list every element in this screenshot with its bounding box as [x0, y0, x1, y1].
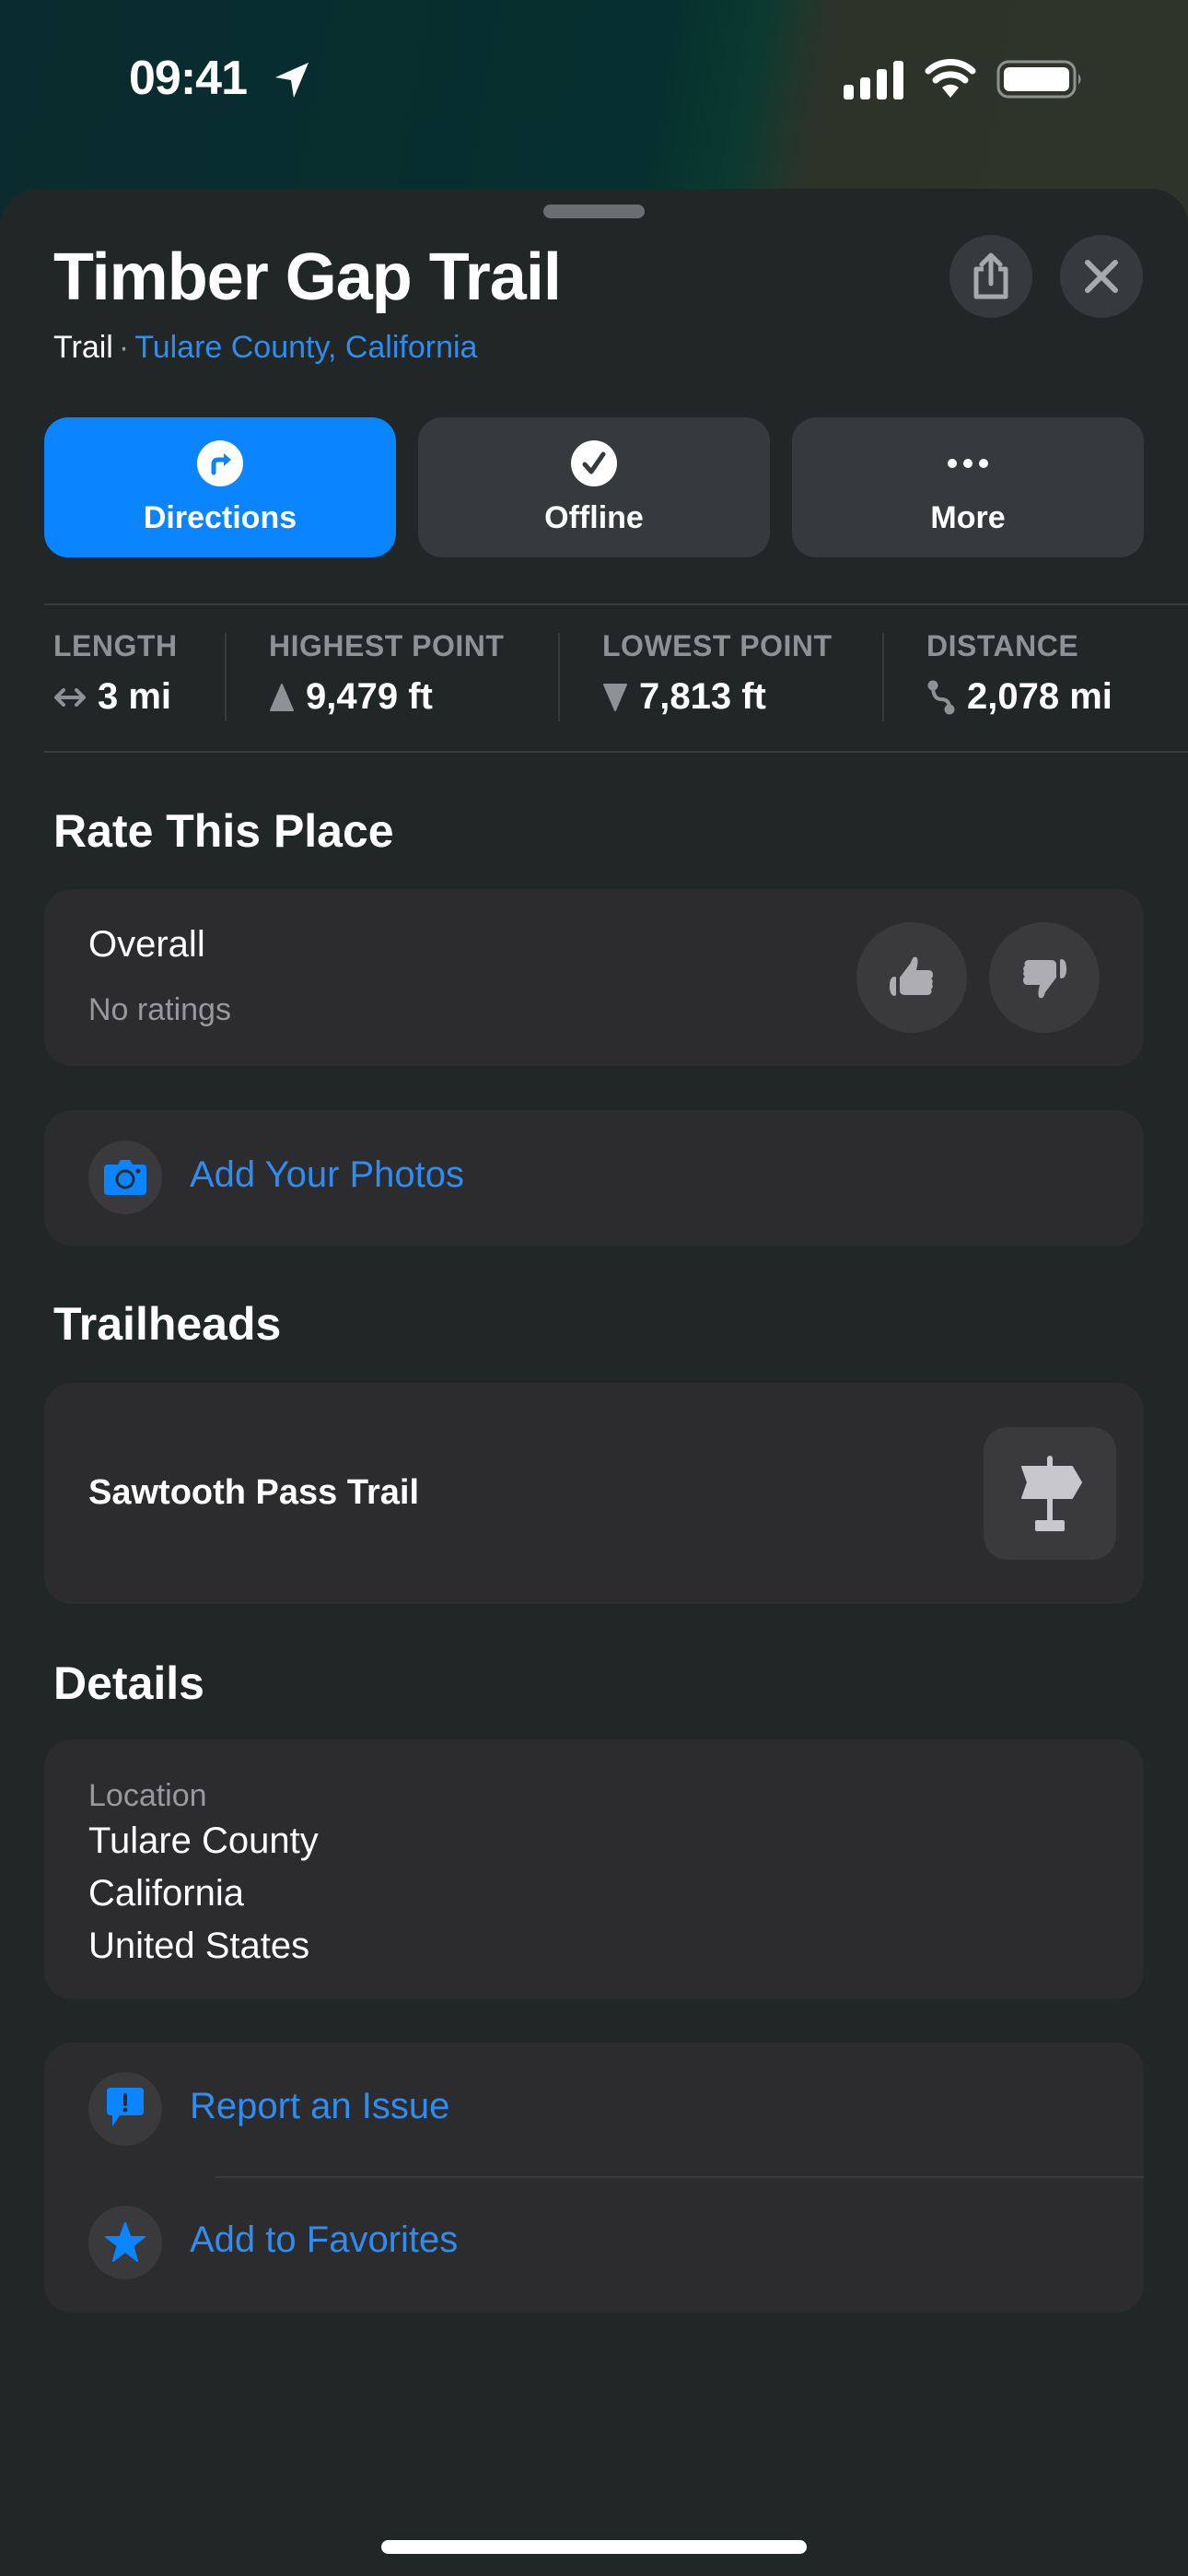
trailhead-item[interactable]: Sawtooth Pass Trail: [44, 1383, 1144, 1604]
stat-value: 3 mi: [98, 676, 172, 717]
star-icon-badge: [88, 2206, 162, 2279]
stat-value: 7,813 ft: [639, 676, 766, 717]
rate-section-title: Rate This Place: [53, 805, 394, 857]
star-icon: [105, 2222, 146, 2262]
place-title: Timber Gap Trail: [53, 240, 562, 314]
thumbs-up-icon: [890, 956, 933, 996]
more-button[interactable]: More: [792, 417, 1144, 557]
stat-value: 9,479 ft: [306, 676, 433, 717]
directions-label: Directions: [143, 499, 297, 535]
close-icon: [1085, 260, 1118, 293]
close-button[interactable]: [1060, 235, 1143, 318]
trail-stats: LENGTH 3 mi HIGHEST POINT 9,479 ft LOWES…: [44, 603, 1188, 753]
separator: ·: [118, 330, 130, 365]
share-button[interactable]: [949, 235, 1032, 318]
trailheads-section-title: Trailheads: [53, 1298, 282, 1350]
wifi-icon: [925, 59, 976, 98]
stat-value: 2,078 mi: [967, 676, 1112, 717]
ellipsis-icon: [944, 439, 992, 487]
add-to-favorites-button[interactable]: Add to Favorites: [44, 2178, 1144, 2313]
thumbs-down-button[interactable]: [989, 922, 1100, 1033]
directions-button[interactable]: Directions: [44, 417, 396, 557]
share-icon: [973, 252, 1008, 299]
triangle-down-icon: [603, 683, 627, 711]
cellular-signal-icon: [844, 61, 903, 100]
add-photos-button[interactable]: Add Your Photos: [44, 1110, 1144, 1246]
links-card: Report an Issue Add to Favorites: [44, 2043, 1144, 2313]
report-issue-icon-badge: [88, 2072, 162, 2146]
add-photos-label: Add Your Photos: [190, 1154, 465, 1195]
stat-label: DISTANCE: [926, 629, 1079, 662]
stat-length: LENGTH 3 mi: [44, 605, 225, 751]
signpost-icon-badge: [984, 1427, 1116, 1560]
overall-label: Overall: [88, 924, 205, 965]
stat-label: LOWEST POINT: [602, 629, 833, 662]
trailhead-name: Sawtooth Pass Trail: [88, 1473, 419, 1512]
location-line: California: [88, 1873, 244, 1914]
place-sheet: Timber Gap Trail Trail · Tulare County, Ca…: [0, 189, 1188, 2576]
place-subtitle: Trail · Tulare County, California: [53, 330, 477, 366]
status-time: 09:41: [129, 52, 248, 105]
thumbs-up-button[interactable]: [856, 922, 967, 1033]
details-card: Location Tulare County California United…: [44, 1739, 1144, 1999]
location-line: Tulare County: [88, 1821, 319, 1861]
report-issue-label: Report an Issue: [190, 2086, 450, 2126]
stat-label: HIGHEST POINT: [269, 629, 505, 662]
place-category: Trail: [53, 330, 113, 365]
location-link[interactable]: Tulare County, California: [134, 330, 477, 365]
route-icon: [927, 680, 955, 714]
stat-value-row: 9,479 ft: [269, 676, 558, 718]
home-indicator[interactable]: [381, 2540, 807, 2554]
rating-card: Overall No ratings: [44, 889, 1144, 1066]
stat-label: LENGTH: [53, 629, 178, 662]
stat-value-row: 3 mi: [53, 676, 225, 718]
stat-distance: DISTANCE 2,078 mi: [882, 605, 1186, 751]
thumbs-down-icon: [1023, 959, 1066, 999]
location-arrow-icon: [275, 63, 309, 98]
location-line: United States: [88, 1926, 310, 1966]
stat-lowest-point: LOWEST POINT 7,813 ft: [558, 605, 882, 751]
rating-status: No ratings: [88, 992, 231, 1027]
status-bar: 09:41: [0, 0, 1188, 157]
sheet-grabber[interactable]: [543, 205, 645, 218]
details-section-title: Details: [53, 1657, 204, 1709]
turn-right-arrow-icon: [196, 439, 244, 487]
offline-button[interactable]: Offline: [418, 417, 770, 557]
stat-value-row: 2,078 mi: [926, 676, 1186, 718]
stat-value-row: 7,813 ft: [602, 676, 882, 718]
report-issue-icon: [107, 2088, 144, 2126]
location-label: Location: [88, 1778, 207, 1813]
stat-highest-point: HIGHEST POINT 9,479 ft: [225, 605, 558, 751]
signpost-icon: [1021, 1456, 1082, 1531]
left-right-arrow-icon: [54, 687, 86, 707]
offline-label: Offline: [544, 499, 644, 535]
battery-icon: [996, 60, 1081, 99]
add-to-favorites-label: Add to Favorites: [190, 2219, 459, 2260]
action-buttons: Directions Offline More: [44, 417, 1144, 557]
checkmark-circle-icon: [570, 439, 618, 487]
triangle-up-icon: [270, 683, 294, 711]
more-label: More: [930, 499, 1006, 535]
camera-icon-badge: [88, 1141, 162, 1214]
camera-icon: [104, 1160, 146, 1195]
report-issue-button[interactable]: Report an Issue: [44, 2043, 1144, 2176]
